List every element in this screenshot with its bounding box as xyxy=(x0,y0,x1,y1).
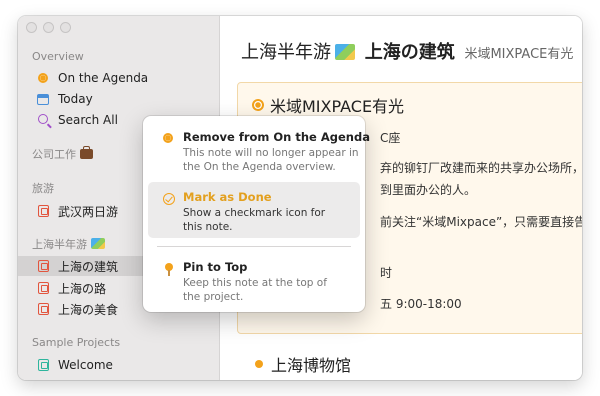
sidebar-group-label: 公司工作 xyxy=(32,148,76,161)
menu-item-pin-to-top[interactable]: Pin to Top Keep this note at the top of … xyxy=(148,252,360,308)
note-icon xyxy=(36,358,50,372)
card-title-text: 米域MIXPACE有光 xyxy=(270,97,405,116)
sidebar-item-label: 上海の美食 xyxy=(58,302,119,317)
briefcase-icon xyxy=(80,146,93,159)
list-item-label: 上海博物馆 xyxy=(271,356,352,375)
sidebar-item-label: On the Agenda xyxy=(58,71,149,85)
note-icon xyxy=(36,204,50,218)
menu-item-desc: Show a checkmark icon for xyxy=(183,207,326,219)
zoom-window-button[interactable] xyxy=(60,22,71,33)
title-note: 上海の建筑 xyxy=(364,42,455,63)
sidebar-item-label: 上海の建筑 xyxy=(58,259,119,274)
close-window-button[interactable] xyxy=(26,22,37,33)
card-line: 前关注“米域Mixpace”，只需要直接告诉 xyxy=(380,215,582,229)
page-title: 上海半年游 上海の建筑 米域MIXPACE有光 xyxy=(241,38,573,64)
menu-item-desc: This note will no longer appear in xyxy=(183,147,359,159)
sidebar-item-label: 武汉两日游 xyxy=(58,204,119,219)
list-item[interactable]: 上海博物馆 xyxy=(255,352,351,376)
agenda-dot-icon xyxy=(163,133,173,143)
sidebar-item-label: Search All xyxy=(58,113,118,127)
title-project: 上海半年游 xyxy=(241,42,331,63)
window-controls xyxy=(26,22,71,33)
title-subtitle: 米域MIXPACE有光 xyxy=(464,47,574,62)
menu-item-desc: the project. xyxy=(183,291,244,303)
card-line: 弃的铆钉厂改建而来的共享办公场所，开 xyxy=(380,161,582,175)
menu-item-desc: this note. xyxy=(183,221,233,233)
pin-icon xyxy=(163,263,173,276)
menu-item-mark-as-done[interactable]: Mark as Done Show a checkmark icon for t… xyxy=(148,182,360,238)
card-line: 时 xyxy=(380,266,393,280)
menu-item-title: Remove from On the Agenda xyxy=(183,130,370,144)
minimize-window-button[interactable] xyxy=(43,22,54,33)
note-icon xyxy=(36,302,50,316)
menu-item-desc: Keep this note at the top of xyxy=(183,277,327,289)
checkmark-icon xyxy=(163,193,175,205)
sidebar-group-label: 上海半年游 xyxy=(32,238,87,251)
menu-item-title: Pin to Top xyxy=(183,260,248,274)
agenda-dot-icon xyxy=(36,71,50,85)
map-icon xyxy=(335,44,355,60)
menu-divider xyxy=(157,246,351,247)
menu-item-remove-from-agenda[interactable]: Remove from On the Agenda This note will… xyxy=(148,122,370,180)
agenda-dot-icon xyxy=(252,99,264,111)
note-icon xyxy=(36,259,50,273)
menu-item-desc: the On the Agenda overview. xyxy=(183,161,336,173)
menu-item-title: Mark as Done xyxy=(183,190,272,204)
calendar-icon xyxy=(36,92,50,106)
map-icon xyxy=(91,238,105,249)
sidebar-group-shanghai[interactable]: 上海半年游 xyxy=(32,236,105,252)
search-icon xyxy=(36,113,50,127)
sidebar-item-welcome[interactable]: Welcome xyxy=(18,355,220,375)
sidebar-heading-overview: Overview xyxy=(32,50,84,63)
card-line: 到里面办公的人。 xyxy=(380,183,477,197)
sidebar-item-label: Today xyxy=(58,92,93,106)
note-icon xyxy=(36,281,50,295)
bullet-icon xyxy=(255,360,263,368)
card-line: C座 xyxy=(380,131,401,145)
sidebar-group-sample-projects[interactable]: Sample Projects xyxy=(32,336,120,349)
sidebar-group-travel[interactable]: 旅游 xyxy=(32,180,54,196)
sidebar-item-label: Welcome xyxy=(58,358,113,372)
sidebar-item-label: 上海の路 xyxy=(58,281,107,296)
agenda-popover-menu: Remove from On the Agenda This note will… xyxy=(143,116,370,312)
sidebar-item-today[interactable]: Today xyxy=(18,89,220,109)
card-title: 米域MIXPACE有光 xyxy=(252,93,404,117)
sidebar-group-company-work[interactable]: 公司工作 xyxy=(32,146,93,162)
sidebar-item-on-the-agenda[interactable]: On the Agenda xyxy=(18,68,220,88)
card-line: 五 9:00-18:00 xyxy=(380,297,462,311)
